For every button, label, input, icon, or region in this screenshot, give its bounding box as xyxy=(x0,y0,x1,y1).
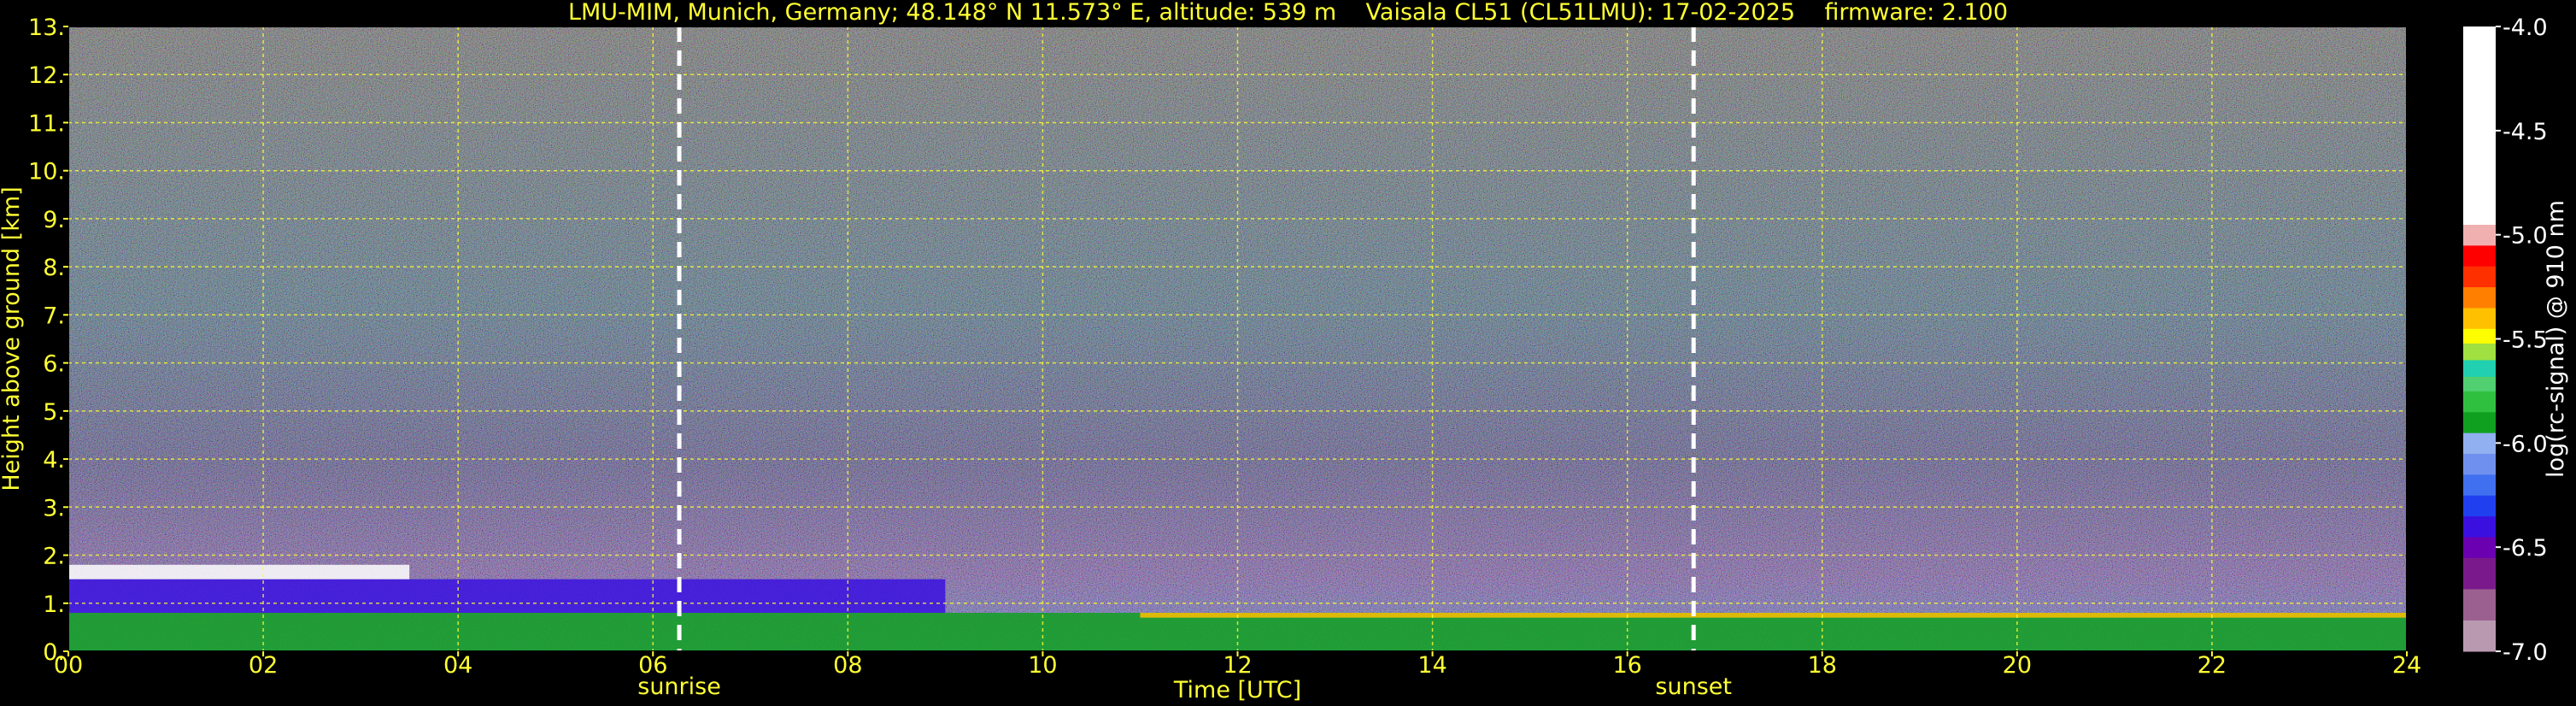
y-axis-label: Height above ground [km] xyxy=(0,186,25,491)
colorbar-segment xyxy=(2463,266,2496,288)
colorbar-segment xyxy=(2463,328,2496,344)
x-tick-label: 16 xyxy=(1612,652,1641,679)
signal-noise xyxy=(68,26,2407,651)
y-tick-label: 13. xyxy=(28,15,65,41)
feature-band xyxy=(1140,613,2407,618)
colorbar-segment xyxy=(2463,26,2496,225)
x-axis-label: Time [UTC] xyxy=(1173,677,1301,703)
annotation-label: sunset xyxy=(1655,674,1732,700)
colorbar-segment xyxy=(2463,286,2496,309)
colorbar-segment xyxy=(2463,620,2496,652)
y-tick-label: 5. xyxy=(43,399,65,426)
y-tick-label: 9. xyxy=(43,207,65,233)
x-tick-label: 20 xyxy=(2003,652,2032,679)
colorbar: -4.0 -4.5 -5.0 -5.5 -6.0 -6.5 -7.0 log(rc-signa… xyxy=(2463,15,2569,666)
x-tick-label: 22 xyxy=(2198,652,2227,679)
y-tick-label: 0. xyxy=(43,639,65,666)
colorbar-segment xyxy=(2463,376,2496,391)
colorbar-segment xyxy=(2463,307,2496,329)
colorbar-segment xyxy=(2463,474,2496,496)
colorbar-tick-label: -4.5 xyxy=(2503,119,2548,145)
colorbar-segment xyxy=(2463,244,2496,267)
x-tick-label: 12 xyxy=(1223,652,1252,679)
y-tick-label: 6. xyxy=(43,351,65,378)
y-tick-label: 2. xyxy=(43,544,65,570)
x-tick-label: 10 xyxy=(1028,652,1057,679)
y-tick-label: 4. xyxy=(43,447,65,474)
colorbar-segment xyxy=(2463,536,2496,558)
colorbar-segment xyxy=(2463,495,2496,517)
x-tick-label: 08 xyxy=(833,652,862,679)
colorbar-segment xyxy=(2463,588,2496,621)
x-tick-label: 04 xyxy=(443,652,472,679)
colorbar-segment xyxy=(2463,411,2496,433)
colorbar-segment xyxy=(2463,453,2496,475)
y-tick-label: 8. xyxy=(43,255,65,281)
colorbar-segment xyxy=(2463,515,2496,538)
colorbar-label: log(rc-signal) @ 910 nm xyxy=(2543,200,2569,478)
colorbar-tick-label: -5.5 xyxy=(2503,327,2548,354)
feature-band xyxy=(68,613,2407,651)
colorbar-tick-label: -5.0 xyxy=(2503,223,2548,250)
colorbar-segment xyxy=(2463,391,2496,413)
y-tick-label: 11. xyxy=(28,110,65,137)
x-tick-label: 18 xyxy=(1808,652,1837,679)
colorbar-tick-label: -7.0 xyxy=(2503,639,2548,666)
feature-band xyxy=(68,564,410,580)
y-tick-label: 3. xyxy=(43,495,65,521)
lidar-chart: sunrise sunset00 02 04 06 08 10 12 14 16 18 20 22 240… xyxy=(0,15,2569,703)
x-tick-label: 14 xyxy=(1417,652,1446,679)
x-tick-label: 02 xyxy=(249,652,278,679)
colorbar-tick-label: -6.0 xyxy=(2503,431,2548,457)
colorbar-segment xyxy=(2463,224,2496,246)
y-tick-label: 12. xyxy=(28,62,65,89)
colorbar-segment xyxy=(2463,432,2496,455)
y-tick-label: 7. xyxy=(43,303,65,329)
x-tick-label: 06 xyxy=(638,652,667,679)
y-tick-label: 1. xyxy=(43,591,65,618)
colorbar-tick-label: -4.0 xyxy=(2503,15,2548,41)
plot-area xyxy=(67,26,2408,652)
colorbar-segment xyxy=(2463,557,2496,590)
colorbar-tick-label: -6.5 xyxy=(2503,535,2548,562)
x-tick-label: 24 xyxy=(2392,652,2421,679)
colorbar-segment xyxy=(2463,359,2496,377)
colorbar-segment xyxy=(2463,343,2496,361)
feature-band xyxy=(68,579,946,614)
y-tick-label: 10. xyxy=(28,159,65,185)
